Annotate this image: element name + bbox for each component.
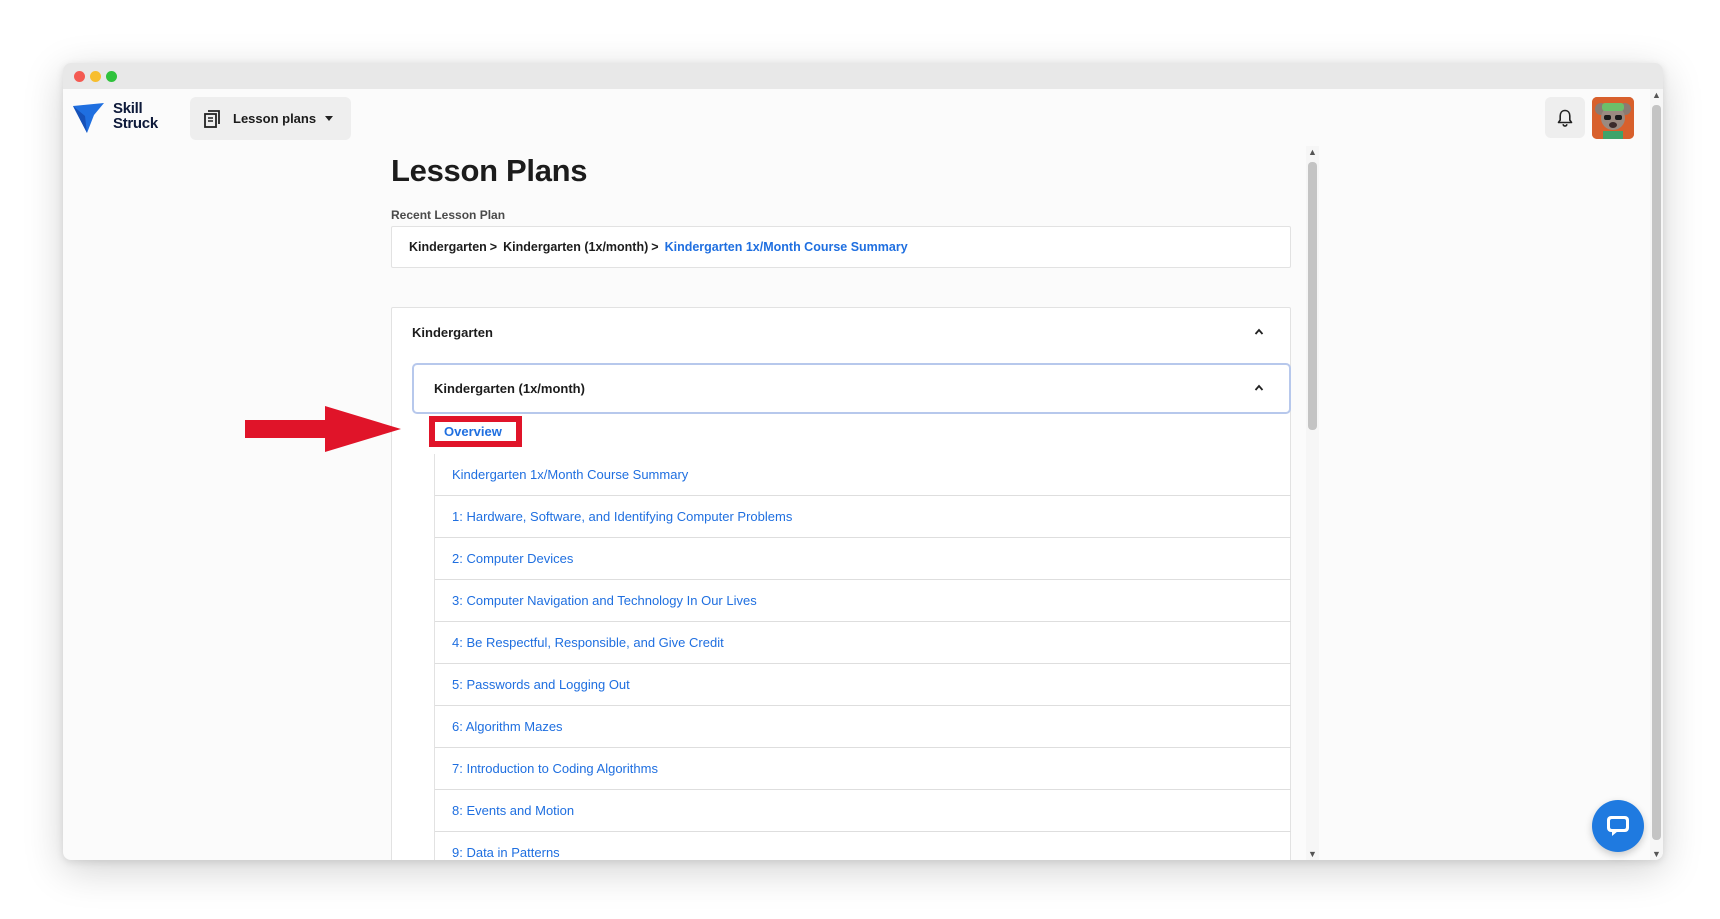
recent-lesson-plan-breadcrumb: Kindergarten > Kindergarten (1x/month) >… — [391, 226, 1291, 268]
kindergarten-accordion: Kindergarten Kindergarten (1x/month) Ove… — [391, 307, 1291, 860]
recent-lesson-plan-label: Recent Lesson Plan — [391, 208, 506, 222]
logo-line-2: Struck — [113, 115, 158, 132]
lesson-list-item[interactable]: 9: Data in Patterns — [435, 832, 1291, 860]
lesson-plans-dropdown-label: Lesson plans — [233, 111, 317, 126]
lesson-list-item[interactable]: Kindergarten 1x/Month Course Summary — [435, 454, 1291, 496]
lesson-list-item[interactable]: 2: Computer Devices — [435, 538, 1291, 580]
main-content: Lesson Plans Recent Lesson Plan Kinderga… — [391, 143, 1313, 860]
maximize-window-button[interactable] — [106, 71, 117, 82]
content-scrollbar-thumb[interactable] — [1308, 162, 1317, 430]
scroll-down-arrow-icon[interactable]: ▼ — [1652, 849, 1661, 859]
page-title: Lesson Plans — [391, 153, 588, 188]
lesson-plans-dropdown[interactable]: Lesson plans — [190, 97, 351, 140]
window-scrollbar-thumb[interactable] — [1652, 105, 1661, 840]
notifications-button[interactable] — [1545, 97, 1585, 138]
lesson-list-item[interactable]: 4: Be Respectful, Responsible, and Give … — [435, 622, 1291, 664]
scroll-up-arrow-icon[interactable]: ▲ — [1652, 90, 1661, 100]
chat-bubble-icon — [1607, 816, 1629, 836]
lesson-list-item[interactable]: 7: Introduction to Coding Algorithms — [435, 748, 1291, 790]
breadcrumb-separator: > — [651, 240, 659, 254]
bell-icon — [1557, 109, 1573, 127]
lesson-list-item[interactable]: 3: Computer Navigation and Technology In… — [435, 580, 1291, 622]
lesson-list-item[interactable]: 1: Hardware, Software, and Identifying C… — [435, 496, 1291, 538]
skill-struck-logo[interactable]: Skill Struck — [73, 101, 173, 135]
chat-support-button[interactable] — [1592, 800, 1644, 852]
window-titlebar — [63, 63, 1663, 89]
breadcrumb-separator: > — [489, 240, 498, 254]
kindergarten-1x-month-accordion[interactable]: Kindergarten (1x/month) — [412, 363, 1291, 414]
breadcrumb-kindergarten[interactable]: Kindergarten — [409, 240, 487, 254]
overview-link[interactable]: Overview — [429, 416, 522, 447]
content-scrollbar[interactable]: ▲ ▼ — [1306, 146, 1319, 860]
user-avatar[interactable] — [1592, 97, 1634, 139]
chevron-up-icon[interactable] — [1254, 383, 1264, 393]
avatar-image — [1592, 97, 1634, 139]
top-navigation-bar: Skill Struck Lesson plans — [63, 89, 1663, 145]
kindergarten-accordion-title[interactable]: Kindergarten — [412, 325, 493, 340]
scroll-down-arrow-icon[interactable]: ▼ — [1308, 849, 1317, 859]
close-window-button[interactable] — [74, 71, 85, 82]
logo-line-1: Skill — [113, 100, 143, 117]
breadcrumb-kindergarten-1x-month[interactable]: Kindergarten (1x/month) — [503, 240, 648, 254]
lesson-list: Kindergarten 1x/Month Course Summary 1: … — [434, 454, 1291, 860]
lesson-list-item[interactable]: 8: Events and Motion — [435, 790, 1291, 832]
minimize-window-button[interactable] — [90, 71, 101, 82]
book-icon — [204, 109, 220, 128]
caret-down-icon — [325, 116, 334, 121]
kindergarten-1x-month-title: Kindergarten (1x/month) — [434, 381, 585, 396]
scroll-up-arrow-icon[interactable]: ▲ — [1308, 147, 1317, 157]
logo-mark-icon — [73, 103, 104, 133]
lesson-list-item[interactable]: 5: Passwords and Logging Out — [435, 664, 1291, 706]
logo-text: Skill Struck — [113, 101, 158, 131]
breadcrumb-course-summary-link[interactable]: Kindergarten 1x/Month Course Summary — [665, 240, 908, 254]
window-scrollbar[interactable]: ▲ ▼ — [1650, 89, 1663, 860]
annotation-arrow-icon — [245, 406, 401, 452]
chevron-up-icon[interactable] — [1254, 327, 1264, 337]
lesson-list-item[interactable]: 6: Algorithm Mazes — [435, 706, 1291, 748]
